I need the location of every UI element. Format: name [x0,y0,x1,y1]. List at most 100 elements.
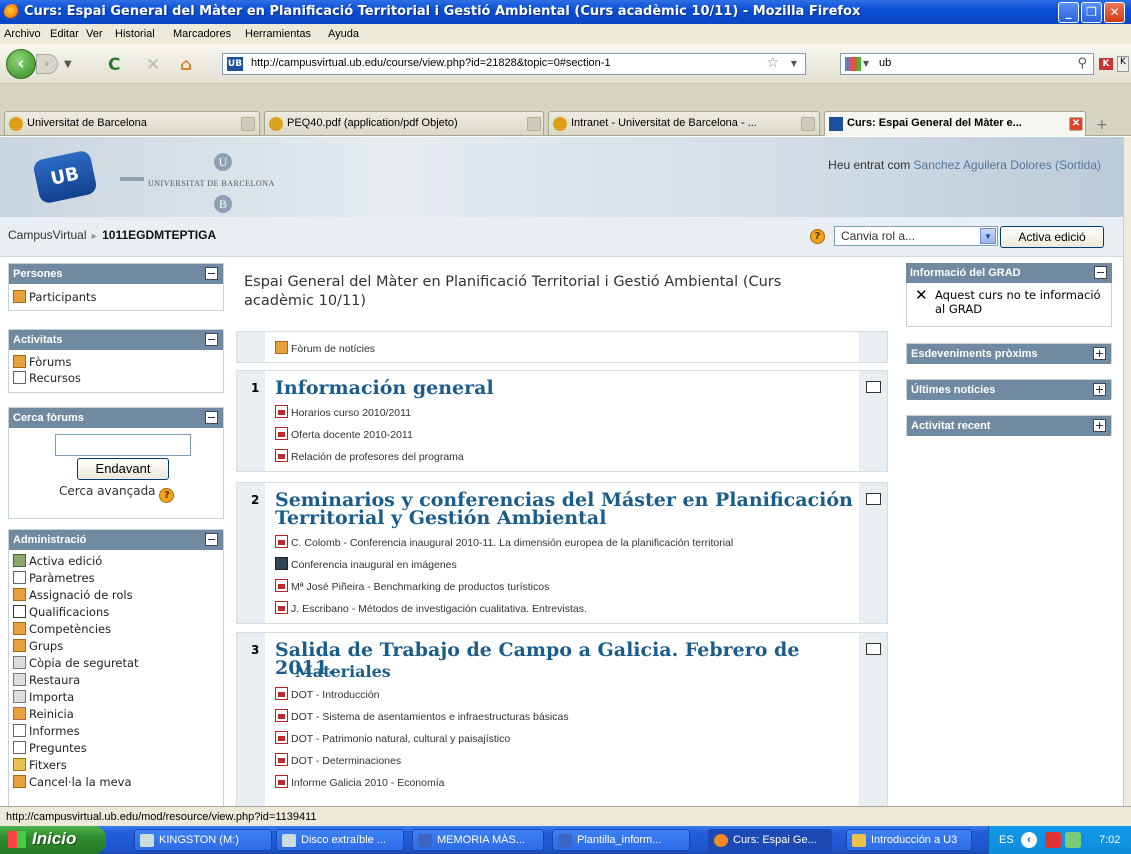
forums-link[interactable]: Fòrums [13,355,71,369]
menu-ver[interactable]: Ver [86,28,103,40]
resource-link[interactable]: DOT - Determinaciones [275,753,401,767]
chevron-down-icon[interactable]: ▼ [980,228,996,244]
tray-arrow-icon[interactable]: ‹ [1021,832,1037,848]
admin-fitxers[interactable]: Fitxers [13,758,67,772]
collapse-icon[interactable] [205,333,218,346]
resources-link[interactable]: Recursos [13,371,81,385]
expand-icon[interactable] [1093,383,1106,396]
admin-importa[interactable]: Importa [13,690,74,704]
resource-link[interactable]: Conferencia inaugural en imágenes [275,557,457,571]
resource-link[interactable]: C. Colomb - Conferencia inaugural 2010-1… [275,535,733,549]
task-disco[interactable]: Disco extraíble ... [276,829,404,851]
resource-link[interactable]: Mª José Piñeira - Benchmarking de produc… [275,579,549,593]
section-toggle-checkbox[interactable] [866,493,881,505]
resource-link[interactable]: DOT - Introducción [275,687,380,701]
url-text[interactable]: http://campusvirtual.ub.edu/course/view.… [251,57,611,69]
menu-marcadores[interactable]: Marcadores [173,28,231,40]
collapse-icon[interactable] [205,267,218,280]
tab-peq40[interactable]: PEQ40.pdf (application/pdf Objeto) [264,111,544,135]
bookmark-star-icon[interactable]: ☆ [766,55,779,71]
overflow-icon[interactable]: K [1117,56,1129,72]
forum-search-input[interactable] [55,434,191,456]
resource-link[interactable]: DOT - Sistema de asentamientos e infraes… [275,709,569,723]
minimize-button[interactable]: _ [1058,2,1079,23]
vertical-scrollbar[interactable] [1123,137,1131,806]
admin-preguntes[interactable]: Preguntes [13,741,87,755]
tab-close-icon[interactable] [801,117,815,131]
site-identity-icon[interactable]: UB [227,57,243,71]
search-input[interactable]: ub [879,57,891,69]
language-indicator[interactable]: ES [999,834,1014,846]
clock[interactable]: 7:02 [1099,834,1120,846]
participants-link[interactable]: Participants [13,290,97,304]
forward-button[interactable]: › [36,54,58,74]
collapse-icon[interactable] [205,533,218,546]
maximize-button[interactable]: ❐ [1081,2,1102,23]
admin-parametres[interactable]: Paràmetres [13,571,95,585]
url-bar[interactable]: UB http://campusvirtual.ub.edu/course/vi… [222,53,806,75]
search-engine-dropdown-icon[interactable]: ▼ [863,59,869,68]
menu-herramientas[interactable]: Herramientas [245,28,311,40]
resource-link[interactable]: Relación de profesores del programa [275,449,464,463]
admin-copia-seguretat[interactable]: Còpia de seguretat [13,656,139,670]
admin-grups[interactable]: Grups [13,639,63,653]
resource-link[interactable]: Horarios curso 2010/2011 [275,405,411,419]
advanced-search-link[interactable]: Cerca avançada ? [59,484,175,503]
url-dropdown-icon[interactable]: ▼ [791,59,797,68]
addon-icon[interactable]: K [1099,58,1113,70]
admin-cancel-la[interactable]: Cancel·la la meva [13,775,132,789]
activate-edit-button[interactable]: Activa edició [1000,226,1104,248]
antivirus-icon[interactable] [1045,832,1061,848]
menu-ayuda[interactable]: Ayuda [328,28,359,40]
search-engine-icon[interactable] [845,57,861,71]
news-forum-link[interactable]: Fòrum de notícies [275,341,375,355]
admin-informes[interactable]: Informes [13,724,80,738]
tab-curs-active[interactable]: Curs: Espai General del Màter e... ✕ [824,111,1086,136]
breadcrumb-home-link[interactable]: CampusVirtual [8,228,86,242]
task-kingston[interactable]: KINGSTON (M:) [134,829,272,851]
ub-logo[interactable]: UB [32,149,98,205]
help-icon[interactable]: ? [159,488,175,503]
admin-qualificacions[interactable]: Qualificacions [13,605,109,619]
resource-link[interactable]: J. Escribano - Métodos de investigación … [275,601,587,615]
collapse-icon[interactable] [205,411,218,424]
admin-competencies[interactable]: Competències [13,622,111,636]
new-tab-icon[interactable]: + [1096,117,1108,133]
expand-icon[interactable] [1093,347,1106,360]
collapse-icon[interactable] [1094,266,1107,279]
task-curs[interactable]: Curs: Espai Ge... [708,829,832,851]
tab-intranet[interactable]: Intranet - Universitat de Barcelona - ..… [548,111,820,135]
task-plantilla[interactable]: Plantilla_inform... [552,829,690,851]
admin-reinicia[interactable]: Reinicia [13,707,74,721]
close-window-button[interactable]: ✕ [1104,2,1125,23]
resource-link[interactable]: Oferta docente 2010-2011 [275,427,413,441]
tab-universitat[interactable]: Universitat de Barcelona [4,111,260,135]
menu-historial[interactable]: Historial [115,28,155,40]
search-go-button[interactable]: Endavant [77,458,169,480]
task-memoria[interactable]: MEMORIA MÁS... [412,829,544,851]
back-button[interactable]: ‹ [6,49,36,79]
search-icon[interactable]: ⚲ [1077,56,1087,71]
start-button[interactable]: Inicio [0,826,106,854]
admin-activa-edicio[interactable]: Activa edició [13,554,102,568]
user-name-link[interactable]: Sanchez Aguilera Dolores [914,158,1052,172]
task-u3[interactable]: Introducción a U3 [846,829,972,851]
tab-close-icon[interactable]: ✕ [1069,117,1083,131]
admin-assignacio-rols[interactable]: Assignació de rols [13,588,133,602]
menu-editar[interactable]: Editar [50,28,79,40]
resource-link[interactable]: Informe Galicia 2010 - Economía [275,775,445,789]
resource-link[interactable]: DOT - Patrimonio natural, cultural y pai… [275,731,510,745]
reload-icon[interactable]: C [108,55,120,75]
tab-close-icon[interactable] [241,117,255,131]
expand-icon[interactable] [1093,419,1106,432]
home-icon[interactable]: ⌂ [180,55,192,75]
role-select[interactable]: Canvia rol a... ▼ [834,226,998,246]
help-icon[interactable]: ? [810,229,825,244]
tab-close-icon[interactable] [527,117,541,131]
search-box[interactable]: ▼ ub ⚲ [840,53,1094,75]
menu-archivo[interactable]: Archivo [4,28,41,40]
network-icon[interactable] [1065,832,1081,848]
admin-restaura[interactable]: Restaura [13,673,80,687]
section-toggle-checkbox[interactable] [866,381,881,393]
history-dropdown-icon[interactable]: ▼ [64,59,72,70]
